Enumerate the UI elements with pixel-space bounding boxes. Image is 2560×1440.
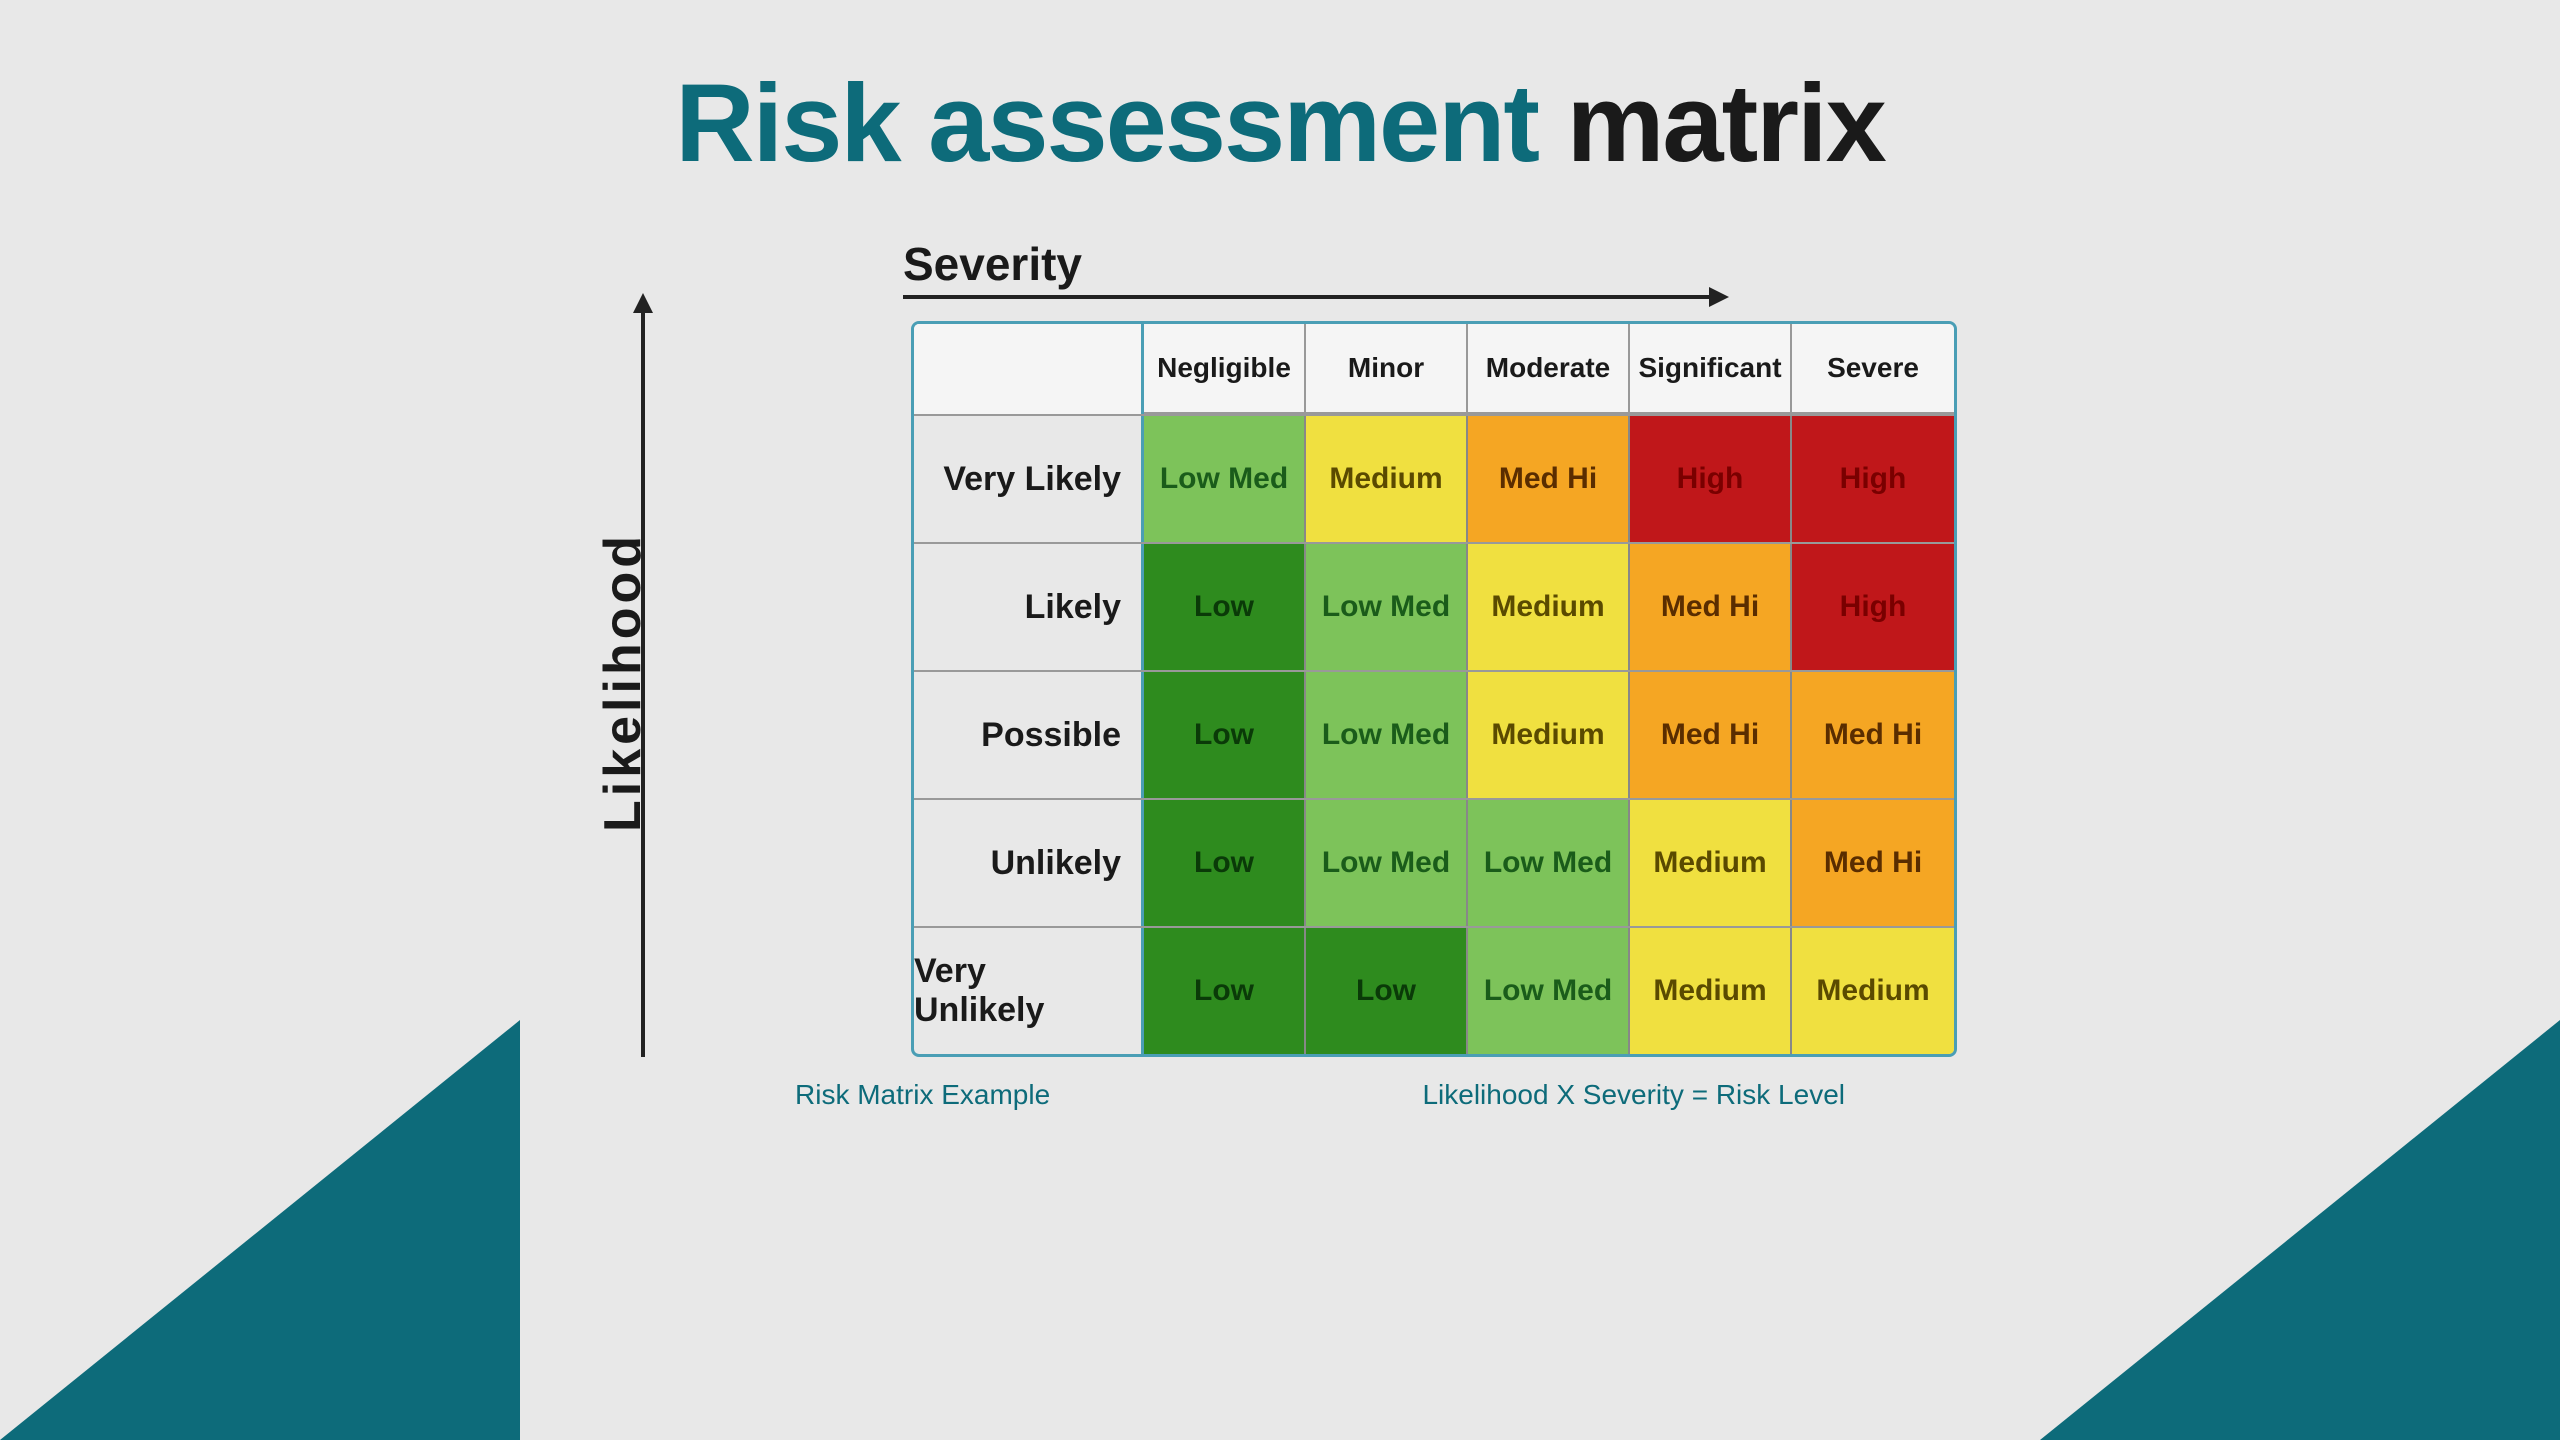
cell-4-3: Medium bbox=[1630, 928, 1792, 1054]
row-label-1: Likely bbox=[914, 544, 1144, 670]
cell-1-0: Low bbox=[1144, 544, 1306, 670]
cell-3-1: Low Med bbox=[1306, 800, 1468, 926]
cell-1-3: Med Hi bbox=[1630, 544, 1792, 670]
row-label-header bbox=[914, 324, 1144, 414]
col-header-minor: Minor bbox=[1306, 324, 1468, 414]
risk-matrix-grid: Negligible Minor Moderate Significant Se… bbox=[911, 321, 1957, 1057]
cell-2-2: Medium bbox=[1468, 672, 1630, 798]
cell-2-3: Med Hi bbox=[1630, 672, 1792, 798]
grid-header-row: Negligible Minor Moderate Significant Se… bbox=[914, 324, 1954, 414]
col-header-severe: Severe bbox=[1792, 324, 1954, 414]
col-header-negligible: Negligible bbox=[1144, 324, 1306, 414]
cell-2-0: Low bbox=[1144, 672, 1306, 798]
cell-1-2: Medium bbox=[1468, 544, 1630, 670]
grid-row-0: Very Likely Low Med Medium Med Hi High H… bbox=[914, 414, 1954, 542]
severity-label: Severity bbox=[903, 237, 1713, 291]
cell-0-2: Med Hi bbox=[1468, 416, 1630, 542]
row-label-4: Very Unlikely bbox=[914, 928, 1144, 1054]
grid-row-1: Likely Low Low Med Medium Med Hi High bbox=[914, 542, 1954, 670]
row-label-0: Very Likely bbox=[914, 416, 1144, 542]
cell-1-1: Low Med bbox=[1306, 544, 1468, 670]
cell-0-3: High bbox=[1630, 416, 1792, 542]
grid-row-2: Possible Low Low Med Medium Med Hi Med H… bbox=[914, 670, 1954, 798]
cell-4-4: Medium bbox=[1792, 928, 1954, 1054]
row-label-2: Possible bbox=[914, 672, 1144, 798]
cell-4-1: Low bbox=[1306, 928, 1468, 1054]
cell-3-4: Med Hi bbox=[1792, 800, 1954, 926]
cell-3-0: Low bbox=[1144, 800, 1306, 926]
grid-row-4: Very Unlikely Low Low Low Med Medium Med… bbox=[914, 926, 1954, 1054]
severity-arrow bbox=[903, 295, 1713, 299]
col-header-significant: Significant bbox=[1630, 324, 1792, 414]
footer-right-label: Likelihood X Severity = Risk Level bbox=[1422, 1079, 1845, 1111]
col-header-moderate: Moderate bbox=[1468, 324, 1630, 414]
row-label-3: Unlikely bbox=[914, 800, 1144, 926]
cell-0-0: Low Med bbox=[1144, 416, 1306, 542]
grid-row-3: Unlikely Low Low Med Low Med Medium Med … bbox=[914, 798, 1954, 926]
footer-left-label: Risk Matrix Example bbox=[795, 1079, 1050, 1111]
cell-3-2: Low Med bbox=[1468, 800, 1630, 926]
likelihood-label: Likelihood bbox=[593, 532, 653, 832]
cell-0-1: Medium bbox=[1306, 416, 1468, 542]
page-title: Risk assessment matrix bbox=[675, 60, 1885, 187]
matrix-wrapper: Severity Likelihood bbox=[603, 237, 1957, 1057]
cell-2-4: Med Hi bbox=[1792, 672, 1954, 798]
cell-3-3: Medium bbox=[1630, 800, 1792, 926]
cell-2-1: Low Med bbox=[1306, 672, 1468, 798]
cell-0-4: High bbox=[1792, 416, 1954, 542]
cell-4-2: Low Med bbox=[1468, 928, 1630, 1054]
cell-1-4: High bbox=[1792, 544, 1954, 670]
cell-4-0: Low bbox=[1144, 928, 1306, 1054]
